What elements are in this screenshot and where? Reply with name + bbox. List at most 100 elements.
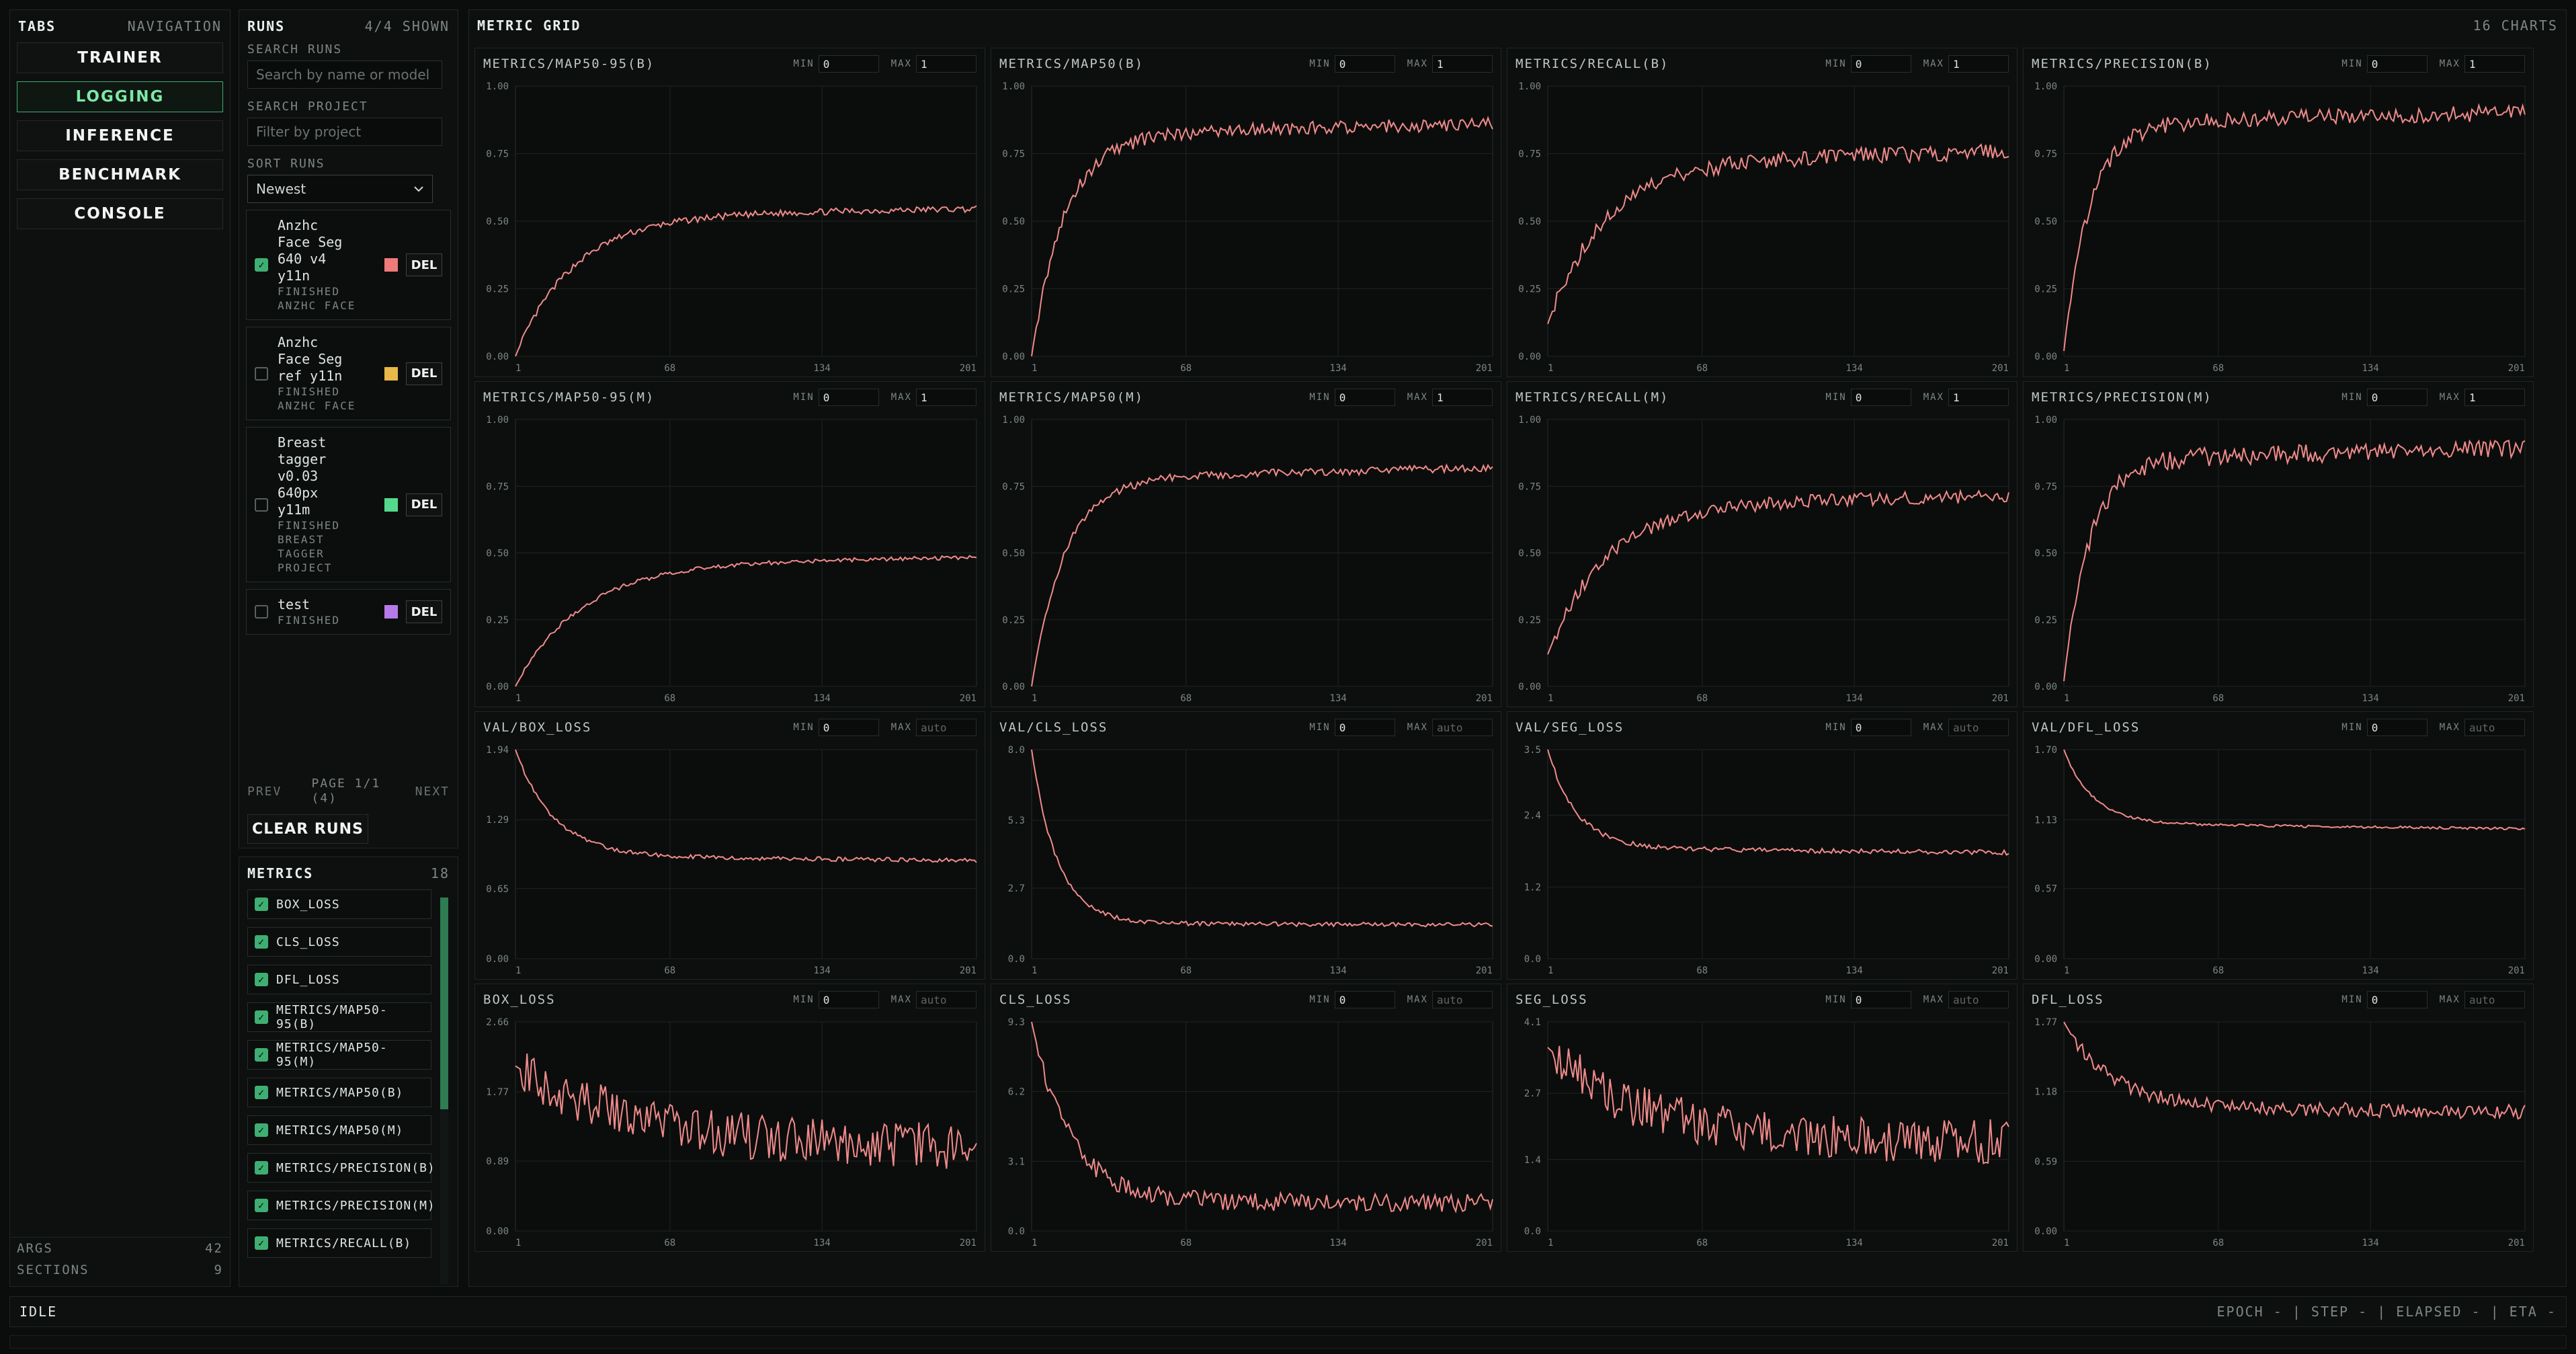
metric-checkbox[interactable]: ✓ [255, 1010, 268, 1024]
check-icon: ✓ [257, 1086, 265, 1099]
run-checkbox[interactable] [255, 497, 268, 512]
tab-benchmark[interactable]: BENCHMARK [17, 159, 223, 190]
run-item[interactable]: ✓ Anzhc Face Seg 640 v4 y11n FINISHED AN… [246, 210, 451, 320]
run-checkbox[interactable]: ✓ [255, 258, 268, 272]
x-tick-label: 134 [1330, 693, 1347, 704]
metric-checkbox[interactable]: ✓ [255, 898, 268, 911]
chart-plot[interactable]: 0.00 0.65 1.29 1.94 1 68 134 201 [475, 712, 986, 980]
run-name: Breast tagger v0.03 640px y11m [278, 434, 327, 518]
metric-item[interactable]: ✓ CLS_LOSS [247, 927, 431, 957]
runs-panel: RUNS 4/4 SHOWN SEARCH RUNS SEARCH PROJEC… [239, 9, 458, 848]
y-tick-label: 0.50 [1518, 549, 1541, 559]
x-tick-label: 1 [515, 965, 521, 976]
chart-plot[interactable]: 0.0 1.4 2.7 4.1 1 68 134 201 [1507, 984, 2018, 1252]
metric-item[interactable]: ✓ METRICS/MAP50-95(M) [247, 1040, 431, 1070]
metrics-count: 18 [430, 865, 450, 881]
chart-plot[interactable]: 0.00 0.25 0.50 0.75 1.00 1 68 134 201 [475, 382, 986, 708]
metric-checkbox[interactable]: ✓ [255, 1086, 268, 1099]
x-tick-label: 201 [2508, 965, 2525, 976]
search-runs-input[interactable] [247, 61, 442, 89]
y-tick-label: 2.7 [1008, 883, 1025, 894]
chart-plot[interactable]: 0.00 0.25 0.50 0.75 1.00 1 68 134 201 [991, 48, 1502, 378]
chart-plot[interactable]: 0.0 1.2 2.4 3.5 1 68 134 201 [1507, 712, 2018, 980]
tab-trainer[interactable]: TRAINER [17, 42, 223, 73]
run-item[interactable]: Breast tagger v0.03 640px y11m FINISHED … [246, 427, 451, 582]
chart-card: SEG_LOSSMINMAX0.01.42.74.1168134201 [1507, 984, 2018, 1252]
metric-item[interactable]: ✓ METRICS/MAP50(M) [247, 1115, 431, 1145]
tabs-footer: ARGS 42 SECTIONS 9 [10, 1237, 230, 1286]
next-page-button[interactable]: NEXT [415, 785, 450, 799]
chart-plot[interactable]: 0.00 0.25 0.50 0.75 1.00 1 68 134 201 [2024, 48, 2534, 378]
chart-plot[interactable]: 0.00 0.25 0.50 0.75 1.00 1 68 134 201 [2024, 382, 2534, 708]
x-tick-label: 1 [1548, 693, 1553, 704]
chart-card: METRICS/PRECISION(M)MINMAX0.000.250.500.… [2023, 381, 2534, 707]
x-tick-label: 201 [2508, 693, 2525, 704]
chart-plot[interactable]: 0.00 0.25 0.50 0.75 1.00 1 68 134 201 [1507, 48, 2018, 378]
delete-run-button[interactable]: DEL [406, 253, 442, 276]
check-icon: ✓ [257, 936, 265, 948]
run-checkbox[interactable] [255, 605, 268, 619]
run-status: FINISHED [278, 285, 341, 298]
chart-plot[interactable]: 0.00 0.89 1.77 2.66 1 68 134 201 [475, 984, 986, 1252]
metric-item[interactable]: ✓ METRICS/MAP50-95(B) [247, 1002, 431, 1032]
delete-run-button[interactable]: DEL [406, 493, 442, 516]
y-tick-label: 0.0 [1008, 1226, 1025, 1237]
metric-checkbox[interactable]: ✓ [255, 1123, 268, 1137]
chart-plot[interactable]: 0.0 3.1 6.2 9.3 1 68 134 201 [991, 984, 1502, 1252]
check-icon: ✓ [257, 1049, 265, 1061]
y-tick-label: 0.25 [2034, 284, 2057, 295]
y-tick-label: 0.00 [1002, 682, 1025, 692]
metric-item[interactable]: ✓ METRICS/MAP50(B) [247, 1078, 431, 1107]
run-checkbox[interactable] [255, 366, 268, 381]
run-text: Breast tagger v0.03 640px y11m FINISHED … [278, 434, 376, 575]
y-tick-label: 0.25 [1002, 615, 1025, 626]
y-tick-label: 3.5 [1524, 745, 1541, 756]
metric-item[interactable]: ✓ METRICS/RECALL(B) [247, 1228, 431, 1258]
x-tick-label: 201 [1992, 693, 2009, 704]
metrics-scroll-thumb[interactable] [440, 898, 448, 1109]
y-tick-label: 9.3 [1008, 1017, 1025, 1028]
metric-checkbox[interactable]: ✓ [255, 935, 268, 949]
run-color-swatch[interactable] [384, 497, 398, 512]
tab-inference[interactable]: INFERENCE [17, 120, 223, 151]
metrics-scrollbar[interactable] [440, 898, 448, 1284]
chart-plot[interactable]: 0.00 0.25 0.50 0.75 1.00 1 68 134 201 [1507, 382, 2018, 708]
run-item[interactable]: Anzhc Face Seg ref y11n FINISHED ANZHC F… [246, 327, 451, 420]
chart-plot[interactable]: 0.0 2.7 5.3 8.0 1 68 134 201 [991, 712, 1502, 980]
sort-runs-select[interactable]: Newest [247, 175, 433, 203]
metric-item[interactable]: ✓ BOX_LOSS [247, 889, 431, 919]
clear-runs-button[interactable]: CLEAR RUNS [247, 814, 368, 844]
tab-logging[interactable]: LOGGING [17, 81, 223, 112]
x-tick-label: 201 [2508, 363, 2525, 374]
run-color-swatch[interactable] [384, 366, 398, 381]
chart-plot[interactable]: 0.00 0.25 0.50 0.75 1.00 1 68 134 201 [475, 48, 986, 378]
run-item[interactable]: test FINISHED DEL [246, 589, 451, 635]
chevron-down-icon [414, 186, 423, 192]
runs-shown-count: 4/4 SHOWN [364, 18, 450, 34]
progress-readout: EPOCH - | STEP - | ELAPSED - | ETA - [2216, 1304, 2557, 1320]
search-project-input[interactable] [247, 118, 442, 146]
sections-row: SECTIONS 9 [17, 1259, 223, 1281]
metric-item[interactable]: ✓ METRICS/PRECISION(M) [247, 1191, 435, 1220]
tab-console[interactable]: CONSOLE [17, 198, 223, 229]
chart-plot[interactable]: 0.00 0.25 0.50 0.75 1.00 1 68 134 201 [991, 382, 1502, 708]
run-color-swatch[interactable] [384, 605, 398, 619]
metric-checkbox[interactable]: ✓ [255, 1161, 268, 1174]
y-tick-label: 0.0 [1524, 1226, 1541, 1237]
delete-run-button[interactable]: DEL [406, 362, 442, 385]
metric-checkbox[interactable]: ✓ [255, 1048, 268, 1062]
prev-page-button[interactable]: PREV [247, 785, 282, 799]
metric-checkbox[interactable]: ✓ [255, 973, 268, 986]
y-tick-label: 1.00 [486, 415, 509, 426]
run-color-swatch[interactable] [384, 258, 398, 272]
metric-item[interactable]: ✓ DFL_LOSS [247, 965, 431, 994]
delete-run-button[interactable]: DEL [406, 600, 442, 623]
metric-item[interactable]: ✓ METRICS/PRECISION(B) [247, 1153, 435, 1183]
metric-checkbox[interactable]: ✓ [255, 1199, 268, 1212]
tabs-meta: NAVIGATION [127, 18, 222, 34]
chart-card: DFL_LOSSMINMAX0.000.591.181.77168134201 [2023, 984, 2534, 1252]
chart-plot[interactable]: 0.00 0.59 1.18 1.77 1 68 134 201 [2024, 984, 2534, 1252]
x-tick-label: 134 [1846, 1238, 1863, 1248]
metric-checkbox[interactable]: ✓ [255, 1236, 268, 1250]
chart-plot[interactable]: 0.00 0.57 1.13 1.70 1 68 134 201 [2024, 712, 2534, 980]
